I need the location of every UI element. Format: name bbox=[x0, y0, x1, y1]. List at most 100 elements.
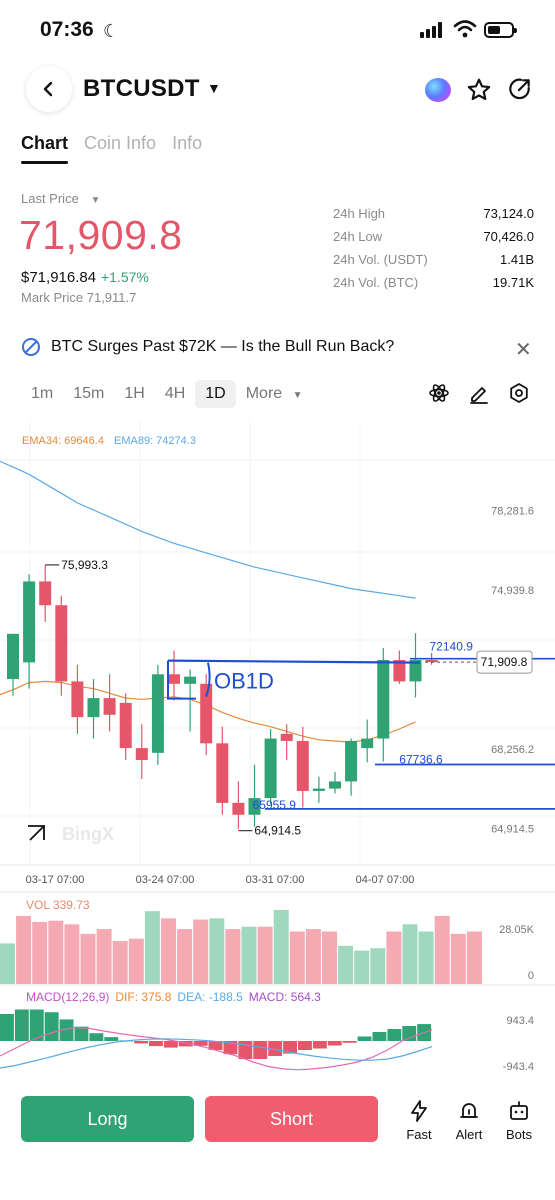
candle-body bbox=[119, 702, 132, 749]
x-tick-label: 03-31 07:00 bbox=[246, 874, 305, 886]
volume-bar bbox=[225, 929, 241, 984]
candle-body bbox=[377, 660, 390, 739]
usd-price: $71,916.84 bbox=[21, 269, 97, 286]
volume-bar bbox=[402, 924, 418, 984]
tab-coin-info[interactable]: Coin Info bbox=[84, 133, 156, 154]
candle-body bbox=[7, 633, 19, 680]
news-banner[interactable]: BTC Surges Past $72K — Is the Bull Run B… bbox=[21, 337, 394, 357]
volume-bar bbox=[144, 911, 160, 984]
settings-icon[interactable] bbox=[508, 382, 530, 404]
timeframe-1m[interactable]: 1m bbox=[20, 380, 63, 408]
alarm-icon bbox=[460, 1103, 478, 1118]
ob-annotation: OB1D bbox=[214, 669, 274, 694]
ema34-label: EMA34: 69646.4 bbox=[22, 435, 104, 447]
x-tick-label: 04-07 07:00 bbox=[356, 874, 415, 886]
last-price-selector[interactable]: Last Price ▼ bbox=[21, 191, 100, 206]
status-time: 07:36 bbox=[40, 18, 94, 41]
ai-assistant-icon[interactable] bbox=[425, 78, 451, 102]
candle-body bbox=[23, 581, 36, 663]
macd-histogram-bar bbox=[327, 1041, 342, 1046]
timeframe-1h[interactable]: 1H bbox=[114, 380, 154, 408]
last-price-dropdown-icon: ▼ bbox=[90, 195, 101, 206]
x-tick-label: 03-17 07:00 bbox=[26, 874, 85, 886]
volume-bar bbox=[209, 918, 225, 984]
volume-bar bbox=[418, 931, 434, 984]
candle-body bbox=[345, 740, 358, 782]
volume-bar bbox=[193, 919, 209, 984]
tab-info[interactable]: Info bbox=[172, 133, 202, 154]
volume-bar bbox=[177, 929, 193, 984]
price-mark-label: 64,914.5 bbox=[254, 824, 301, 838]
robot-icon bbox=[510, 1101, 528, 1120]
last-price-value: 71,909.8 bbox=[19, 212, 183, 258]
volume-bar bbox=[241, 926, 257, 984]
alert-label: Alert bbox=[455, 1127, 483, 1142]
volume-bar bbox=[112, 941, 128, 984]
price-mark-label: 65955.9 bbox=[253, 798, 297, 812]
candle-body bbox=[216, 743, 229, 803]
timeframe-more[interactable]: More ▼ bbox=[236, 380, 313, 408]
bots-button[interactable]: Bots bbox=[497, 1099, 541, 1142]
alert-button[interactable]: Alert bbox=[447, 1099, 491, 1142]
macd-tick-label: -943.4 bbox=[503, 1061, 534, 1073]
battery-icon bbox=[484, 22, 517, 38]
timeframe-4h[interactable]: 4H bbox=[155, 380, 195, 408]
volume-bar bbox=[96, 929, 112, 984]
back-button[interactable] bbox=[26, 66, 72, 112]
share-icon[interactable] bbox=[507, 76, 533, 102]
more-dropdown-icon: ▼ bbox=[292, 390, 303, 401]
fast-button[interactable]: Fast bbox=[397, 1099, 441, 1142]
timeframe-1d[interactable]: 1D bbox=[195, 380, 236, 408]
volume-bar bbox=[273, 910, 289, 984]
macd-dea: DEA: -188.5 bbox=[177, 990, 243, 1004]
price-change: +1.57% bbox=[101, 269, 149, 285]
news-icon bbox=[22, 338, 40, 356]
lightning-icon bbox=[411, 1100, 427, 1122]
volume-bar bbox=[289, 931, 305, 984]
24h-stats: 24h High 73,124.0 24h Low 70,426.0 24h Vol… bbox=[333, 206, 534, 298]
timeframe-15m[interactable]: 15m bbox=[63, 380, 114, 408]
price-mark-label: 67736.6 bbox=[399, 753, 443, 767]
volume-tick-label: 0 bbox=[528, 970, 534, 982]
price-chart[interactable]: EMA34: 69646.4 EMA89: 74274.3 BingX 78,2… bbox=[0, 420, 555, 1086]
price-mark-label: 72140.9 bbox=[430, 640, 474, 654]
macd-params: MACD(12,26,9) bbox=[26, 990, 110, 1004]
volume-tick-label: 28.05K bbox=[499, 924, 535, 936]
price-mark-label: 75,993.3 bbox=[61, 558, 108, 572]
long-button[interactable]: Long bbox=[21, 1096, 194, 1142]
short-button[interactable]: Short bbox=[205, 1096, 378, 1142]
stat-row: 24h Vol. (BTC) 19.71K bbox=[333, 275, 534, 298]
stat-value: 19.71K bbox=[492, 275, 534, 290]
chart-tools bbox=[428, 382, 530, 404]
close-icon[interactable]: ✕ bbox=[515, 337, 532, 362]
stat-row: 24h Low 70,426.0 bbox=[333, 229, 534, 252]
mark-price: Mark Price 71,911.7 bbox=[21, 290, 137, 305]
macd-value: MACD: 564.3 bbox=[248, 990, 321, 1004]
macd-histogram-bar bbox=[357, 1036, 372, 1041]
macd-histogram-bar bbox=[387, 1029, 402, 1041]
fast-label: Fast bbox=[406, 1127, 432, 1142]
pencil-icon[interactable] bbox=[468, 382, 490, 404]
candle-body bbox=[135, 748, 148, 760]
symbol-title[interactable]: BTCUSDT bbox=[83, 75, 200, 103]
volume-bar bbox=[450, 933, 466, 984]
volume-bar bbox=[466, 931, 482, 984]
indicators-icon[interactable] bbox=[428, 382, 450, 404]
volume-bar bbox=[257, 926, 273, 984]
volume-bar bbox=[48, 920, 64, 984]
macd-histogram-bar bbox=[134, 1041, 148, 1044]
candle-body bbox=[312, 788, 325, 791]
macd-legend: MACD(12,26,9) DIF: 375.8 DEA: -188.5 MAC… bbox=[26, 990, 321, 1004]
tab-chart[interactable]: Chart bbox=[21, 133, 69, 164]
ema89-label: EMA89: 74274.3 bbox=[114, 435, 196, 447]
macd-dif: DIF: 375.8 bbox=[115, 990, 172, 1004]
news-headline: BTC Surges Past $72K — Is the Bull Run B… bbox=[51, 338, 395, 355]
y-tick-label: 74,939.8 bbox=[491, 585, 534, 597]
stat-label: 24h Low bbox=[333, 229, 383, 244]
stat-label: 24h Vol. (BTC) bbox=[333, 275, 419, 290]
watermark: BingX bbox=[62, 824, 114, 844]
timeframe-bar: 1m 15m 1H 4H 1D More ▼ bbox=[20, 380, 313, 408]
symbol-dropdown-icon[interactable]: ▼ bbox=[207, 80, 221, 96]
volume-bar bbox=[370, 948, 386, 984]
favorite-star-icon[interactable] bbox=[466, 77, 492, 103]
